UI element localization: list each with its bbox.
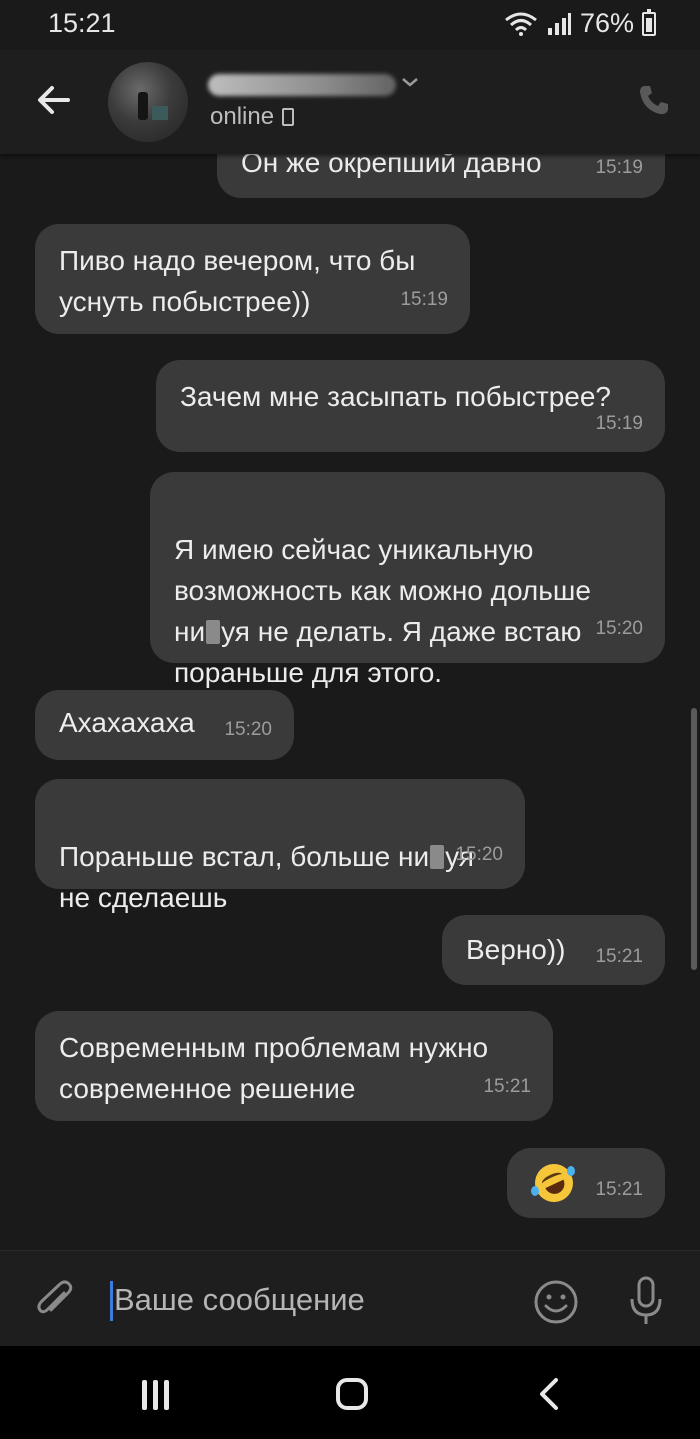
message-time: 15:20: [455, 844, 503, 865]
message-text: Ахахахаха: [59, 707, 195, 738]
battery-percent: 76%: [579, 8, 634, 38]
chat-screen: 15:21 76% online Он же окрепший давно 15…: [0, 0, 700, 1439]
chat-header: online: [0, 50, 700, 154]
message-time: 15:19: [595, 413, 643, 434]
recent-apps-icon: [142, 1380, 147, 1410]
contact-name-redacted[interactable]: [208, 74, 396, 96]
system-nav-bar: [0, 1346, 700, 1439]
avatar-detail: [152, 106, 168, 120]
back-arrow-icon[interactable]: [32, 78, 76, 122]
message-time: 15:20: [595, 618, 643, 639]
contact-avatar[interactable]: [108, 62, 188, 142]
smiley-icon[interactable]: [533, 1279, 579, 1325]
message-incoming[interactable]: Современным проблемам нужно современное …: [35, 1011, 553, 1121]
recent-apps-icon: [153, 1380, 158, 1410]
message-text-part: уя не делать. Я даже встаю пораньше для …: [174, 616, 582, 688]
message-time: 15:21: [595, 1179, 643, 1200]
message-emoji: [528, 1157, 580, 1213]
message-text: Пиво надо вечером, что бы уснуть побыстр…: [59, 245, 416, 317]
censor-block: [206, 620, 221, 644]
message-outgoing[interactable]: 15:21: [507, 1148, 665, 1218]
scrollbar[interactable]: [691, 708, 697, 970]
message-outgoing[interactable]: Зачем мне засыпать побыстрее? 15:19: [156, 360, 665, 452]
tear-drop: [531, 1186, 539, 1196]
paperclip-icon[interactable]: [34, 1279, 78, 1323]
message-list[interactable]: Он же окрепший давно 15:19 Пиво надо веч…: [0, 154, 700, 1250]
status-time: 15:21: [48, 8, 116, 38]
phone-call-icon[interactable]: [636, 82, 672, 118]
message-incoming[interactable]: Пиво надо вечером, что бы уснуть побыстр…: [35, 224, 470, 334]
message-input[interactable]: [108, 1277, 508, 1323]
message-incoming[interactable]: Пораньше встал, больше ни уя не сделаешь …: [35, 779, 525, 913]
message-time: 15:19: [595, 157, 643, 178]
message-time: 15:21: [595, 946, 643, 967]
message-text: Он же окрепший давно: [241, 154, 542, 178]
message-text: Верно)): [466, 934, 566, 965]
chevron-down-icon[interactable]: [400, 72, 420, 92]
message-text-part: Пораньше встал, больше ни: [59, 841, 430, 872]
status-bar: 15:21 76%: [0, 0, 700, 50]
nav-back-icon[interactable]: [536, 1376, 562, 1412]
recent-apps-button[interactable]: [138, 1380, 174, 1410]
message-text: Современным проблемам нужно современное …: [59, 1032, 489, 1104]
mobile-device-icon: [282, 108, 295, 126]
message-text: Зачем мне засыпать побыстрее?: [180, 381, 611, 412]
composer-bar: [0, 1250, 700, 1346]
home-button[interactable]: [336, 1378, 368, 1410]
message-time: 15:20: [224, 719, 272, 740]
wifi-icon: [505, 12, 537, 36]
message-outgoing[interactable]: Верно)) 15:21: [442, 915, 665, 985]
message-outgoing[interactable]: Я имею сейчас уникальную возможность как…: [150, 472, 665, 688]
recent-apps-icon: [164, 1380, 169, 1410]
tear-drop: [567, 1166, 575, 1176]
message-time: 15:21: [483, 1076, 531, 1097]
message-outgoing[interactable]: Он же окрепший давно 15:19: [217, 154, 665, 198]
status-indicators: 76%: [504, 8, 656, 39]
message-time: 15:19: [400, 289, 448, 310]
signal-icon: [547, 12, 571, 35]
contact-status: online: [210, 103, 295, 131]
message-text: Я имею сейчас уникальную возможность как…: [174, 488, 591, 693]
message-incoming[interactable]: Ахахахаха 15:20: [35, 690, 294, 760]
microphone-icon[interactable]: [624, 1275, 668, 1327]
message-text: Пораньше встал, больше ни уя не сделаешь: [59, 795, 474, 918]
battery-icon: [642, 8, 656, 36]
censor-block: [430, 845, 445, 869]
contact-status-text: online: [210, 103, 275, 130]
avatar-silhouette: [138, 92, 148, 120]
